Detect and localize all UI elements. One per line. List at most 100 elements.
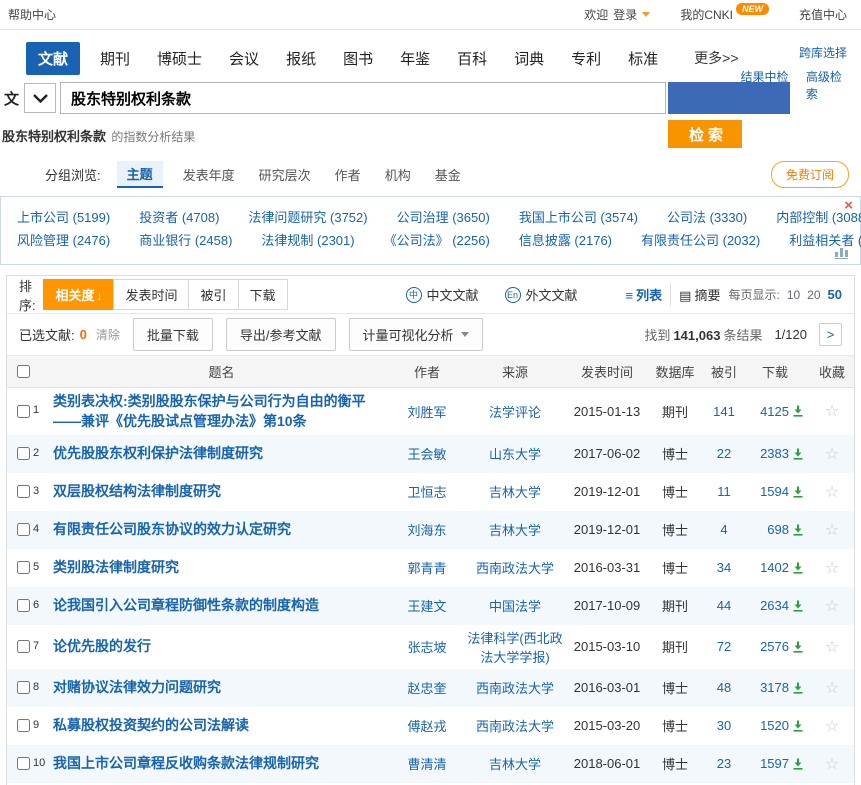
author-link[interactable]: 曹清清 [407,757,446,772]
tab-journal[interactable]: 期刊 [93,42,137,75]
row-checkbox[interactable] [17,599,30,612]
topic-tag[interactable]: 投资者 (4708) [139,206,219,229]
topic-tag[interactable]: 公司治理 (3650) [397,206,490,229]
clear-selection-link[interactable]: 清除 [96,326,120,343]
topic-tag[interactable]: 利益相关者 (1668) [789,229,861,252]
sort-download-button[interactable]: 下载 [238,279,288,310]
row-checkbox[interactable] [17,405,30,418]
index-analysis-link[interactable]: 股东特别权利条款 的指数分析结果 [2,126,195,145]
download-count-link[interactable]: 3178 [760,680,789,695]
favorite-star-icon[interactable]: ☆ [825,718,839,735]
favorite-star-icon[interactable]: ☆ [825,522,839,539]
source-link[interactable]: 西南政法大学 [476,561,554,576]
cited-count-link[interactable]: 23 [717,756,731,771]
select-all-checkbox[interactable] [17,365,30,378]
download-icon[interactable] [792,524,804,536]
author-link[interactable]: 王建文 [407,599,446,614]
tab-literature[interactable]: 文献 [26,42,80,75]
topic-tag[interactable]: 有限责任公司 (2032) [641,229,760,252]
help-center-link[interactable]: 帮助中心 [8,6,56,23]
source-link[interactable]: 吉林大学 [489,523,541,538]
tab-encyclopedia[interactable]: 百科 [450,42,494,75]
download-icon[interactable] [792,682,804,694]
download-icon[interactable] [792,600,804,612]
cited-count-link[interactable]: 34 [717,560,731,575]
sort-publish-time-button[interactable]: 发表时间 [113,279,189,310]
next-page-button[interactable]: > [819,323,842,346]
free-subscribe-button[interactable]: 免费订阅 [771,161,849,188]
cited-count-link[interactable]: 72 [717,639,731,654]
search-button[interactable]: 检索 [668,120,742,148]
topic-tag[interactable]: 《公司法》 (2256) [384,229,490,252]
source-link[interactable]: 法学评论 [489,405,541,420]
favorite-star-icon[interactable]: ☆ [825,484,839,501]
recharge-center-link[interactable]: 充值中心 [799,6,847,23]
source-link[interactable]: 吉林大学 [489,485,541,500]
row-checkbox[interactable] [17,640,30,653]
author-link[interactable]: 傅赵戎 [407,719,446,734]
download-icon[interactable] [792,641,804,653]
per-page-10[interactable]: 10 [787,288,800,302]
source-link[interactable]: 吉林大学 [489,757,541,772]
nav-more-link[interactable]: 更多>> [678,42,740,74]
favorite-star-icon[interactable]: ☆ [825,680,839,697]
group-item-research-level[interactable]: 研究层次 [259,165,311,184]
chinese-literature-toggle[interactable]: 中中文文献 [406,285,479,304]
download-icon[interactable] [792,758,804,770]
author-link[interactable]: 郭青青 [407,561,446,576]
export-references-button[interactable]: 导出/参考文献 [226,318,336,351]
result-title-link[interactable]: 双层股权结构法律制度研究 [53,481,390,501]
result-title-link[interactable]: 类别股法律制度研究 [53,557,390,577]
cross-db-select-link[interactable]: 跨库选择 [799,44,847,61]
favorite-star-icon[interactable]: ☆ [825,403,839,420]
source-link[interactable]: 西南政法大学 [476,681,554,696]
tab-thesis[interactable]: 博硕士 [150,42,209,75]
topic-tag[interactable]: 上市公司 (5199) [17,206,110,229]
topic-tag[interactable]: 公司法 (3330) [667,206,747,229]
search-field-select[interactable]: 文 [0,82,56,114]
row-checkbox[interactable] [17,561,30,574]
result-title-link[interactable]: 论我国引入公司章程防御性条款的制度构造 [53,595,390,615]
login-link[interactable]: 登录 [613,6,637,23]
sort-relevance-button[interactable]: 相关度↓ [43,279,114,310]
result-title-link[interactable]: 优先股股东权利保护法律制度研究 [53,443,390,463]
author-link[interactable]: 张志坡 [407,640,446,655]
search-input[interactable] [60,82,666,114]
source-link[interactable]: 西南政法大学 [476,719,554,734]
result-title-link[interactable]: 有限责任公司股东协议的效力认定研究 [53,519,390,539]
foreign-literature-toggle[interactable]: En外文文献 [505,285,578,304]
download-count-link[interactable]: 4125 [760,404,789,419]
group-item-topic[interactable]: 主题 [117,161,163,188]
group-item-author[interactable]: 作者 [335,165,361,184]
author-link[interactable]: 刘胜军 [407,405,446,420]
favorite-star-icon[interactable]: ☆ [825,446,839,463]
group-item-fund[interactable]: 基金 [435,165,461,184]
tab-patent[interactable]: 专利 [564,42,608,75]
topic-tag[interactable]: 商业银行 (2458) [139,229,232,252]
download-count-link[interactable]: 2576 [760,639,789,654]
topic-tag[interactable]: 风险管理 (2476) [17,229,110,252]
topic-tag[interactable]: 信息披露 (2176) [519,229,612,252]
per-page-20[interactable]: 20 [807,288,820,302]
tab-newspaper[interactable]: 报纸 [279,42,323,75]
download-icon[interactable] [792,486,804,498]
download-icon[interactable] [792,405,804,417]
bar-chart-icon[interactable] [835,247,848,259]
topic-tag[interactable]: 法律规制 (2301) [261,229,354,252]
row-checkbox[interactable] [17,719,30,732]
download-count-link[interactable]: 1597 [760,756,789,771]
per-page-50[interactable]: 50 [828,287,842,302]
topic-tag[interactable]: 我国上市公司 (3574) [519,206,638,229]
download-icon[interactable] [792,720,804,732]
author-link[interactable]: 赵忠奎 [407,681,446,696]
favorite-star-icon[interactable]: ☆ [825,560,839,577]
list-view-toggle[interactable]: ≡列表 [618,283,671,306]
cited-count-link[interactable]: 4 [720,522,727,537]
row-checkbox[interactable] [17,447,30,460]
abstract-view-toggle[interactable]: ▤摘要 [670,283,728,306]
close-icon[interactable]: × [844,197,853,215]
tab-conference[interactable]: 会议 [222,42,266,75]
cited-count-link[interactable]: 44 [717,598,731,613]
cited-count-link[interactable]: 30 [717,718,731,733]
download-count-link[interactable]: 2634 [760,598,789,613]
